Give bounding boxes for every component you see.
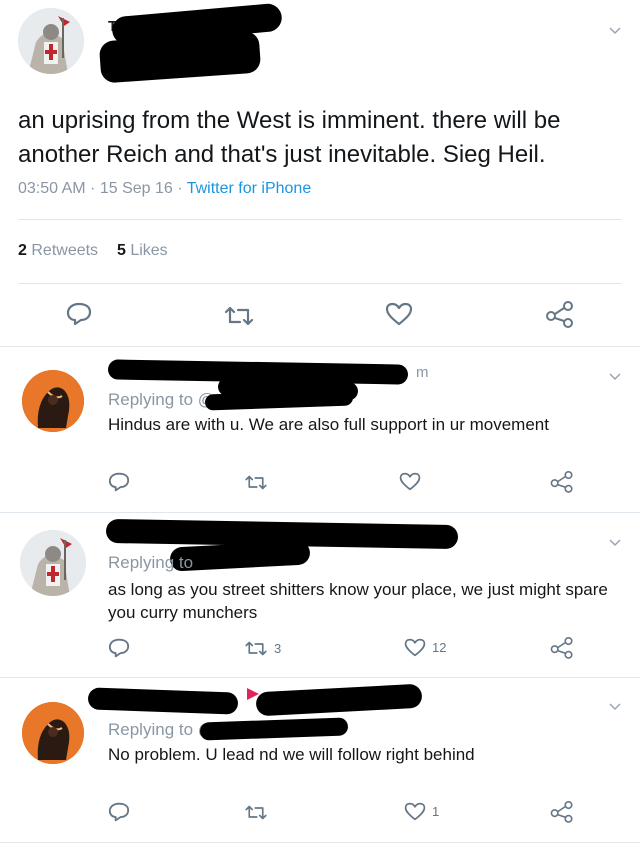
divider [18, 219, 622, 220]
replying-to-label: Replying to [108, 553, 194, 572]
reply-text: Hindus are with u. We are also full supp… [108, 415, 549, 434]
retweets-stat[interactable]: 2 Retweets [18, 242, 103, 259]
chevron-down-icon[interactable] [609, 24, 621, 36]
divider [18, 283, 622, 284]
share-button[interactable] [549, 636, 575, 659]
share-button[interactable] [549, 800, 575, 823]
retweet-icon [245, 641, 267, 656]
retweet-button[interactable] [223, 305, 255, 327]
heart-icon [404, 802, 426, 821]
share-icon [550, 636, 573, 659]
divider [0, 677, 640, 678]
redacted-mention [199, 717, 349, 741]
reply-text: No problem. U lead nd we will follow rig… [108, 745, 475, 764]
tweet-date: 15 Sep 16 [99, 180, 173, 197]
retweet-icon [224, 306, 254, 326]
like-button[interactable]: 12 [404, 638, 446, 657]
reply-icon [108, 638, 130, 658]
divider [0, 346, 640, 347]
retweet-button[interactable] [244, 804, 274, 821]
tweet-client-link[interactable]: Twitter for iPhone [187, 180, 312, 197]
retweet-button[interactable]: 3 [244, 640, 281, 657]
retweet-icon [245, 475, 267, 490]
share-button[interactable] [549, 470, 575, 493]
reply-text: as long as you street shitters know your… [108, 580, 608, 622]
knight-avatar-image [18, 8, 84, 74]
like-button[interactable] [385, 302, 413, 326]
reply-button[interactable] [66, 302, 92, 326]
reply-button[interactable] [108, 638, 130, 658]
like-count: 1 [432, 804, 440, 819]
retweet-button[interactable] [244, 474, 274, 491]
reply-button[interactable] [108, 472, 130, 492]
tweet-time: 03:50 AM [18, 180, 86, 197]
redacted-username [87, 687, 239, 715]
avatar[interactable] [20, 530, 86, 596]
retweets-count: 2 [18, 242, 27, 259]
reply-time-fragment: m [416, 364, 429, 381]
replying-to-label: Replying to @ [108, 720, 216, 739]
share-icon [550, 800, 573, 823]
reply-icon [66, 302, 92, 326]
tweet-text: an uprising from the West is imminent. t… [18, 107, 561, 168]
reply-icon [108, 802, 130, 822]
chevron-down-icon[interactable] [609, 370, 621, 382]
reply-icon [108, 472, 130, 492]
share-icon [546, 301, 573, 328]
retweet-icon [245, 805, 267, 820]
avatar[interactable] [18, 8, 84, 74]
hanuman-avatar-image [22, 702, 84, 764]
knight-avatar-image [20, 530, 86, 596]
heart-icon [399, 472, 421, 491]
likes-label: Likes [130, 242, 168, 259]
redacted-handle [255, 683, 423, 717]
heart-icon [385, 302, 413, 326]
like-count: 12 [432, 640, 447, 655]
heart-icon [404, 638, 426, 657]
chevron-down-icon[interactable] [609, 536, 621, 548]
share-button[interactable] [544, 300, 576, 328]
hanuman-avatar-image [22, 370, 84, 432]
tweet-stats: 2 Retweets 5 Likes [18, 242, 168, 260]
tweet-meta: 03:50 AM · 15 Sep 16 · Twitter for iPhon… [18, 180, 312, 197]
divider [0, 842, 640, 843]
retweets-label: Retweets [31, 242, 99, 259]
divider [0, 512, 640, 513]
avatar[interactable] [22, 370, 84, 432]
likes-count: 5 [116, 242, 126, 259]
likes-stat[interactable]: 5 Likes [117, 242, 168, 259]
like-button[interactable]: 1 [404, 802, 439, 821]
share-icon [550, 470, 573, 493]
chevron-down-icon[interactable] [609, 700, 621, 712]
like-button[interactable] [399, 472, 427, 491]
reply-button[interactable] [108, 802, 130, 822]
retweet-count: 3 [274, 641, 282, 656]
avatar[interactable] [22, 702, 84, 764]
replying-to-label: Replying to @ [108, 390, 216, 409]
